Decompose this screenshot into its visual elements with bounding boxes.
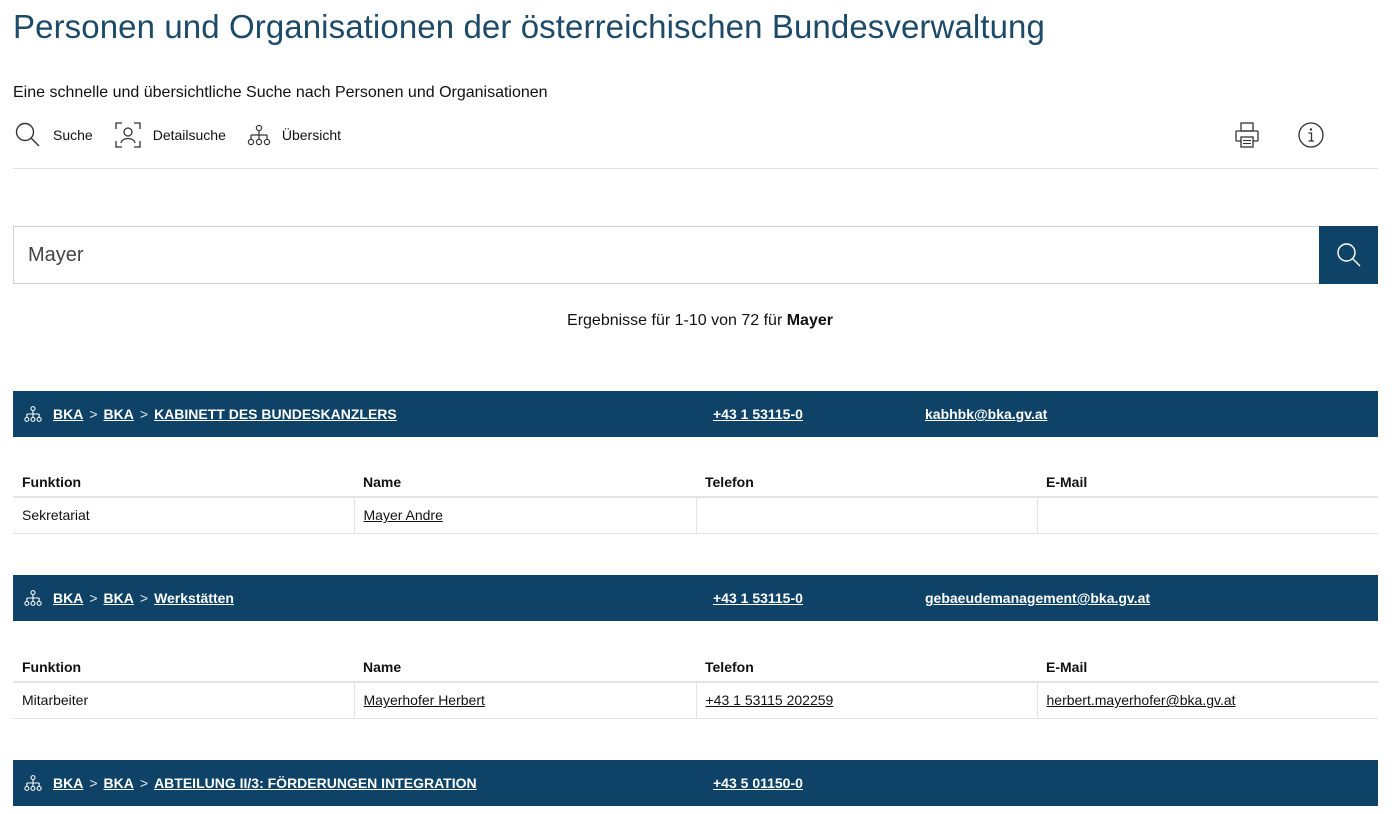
people-table: Funktion Name Telefon E-Mail Sekretariat…	[13, 467, 1378, 534]
column-header-phone: Telefon	[696, 467, 1037, 498]
detail-search-tab[interactable]: Detailsuche	[113, 120, 226, 150]
org-name-link[interactable]: ABTEILUNG II/3: FÖRDERUNGEN INTEGRATION	[154, 775, 477, 791]
breadcrumb: BKA > BKA > ABTEILUNG II/3: FÖRDERUNGEN …	[23, 760, 477, 806]
breadcrumb-link[interactable]: BKA	[53, 590, 83, 606]
org-phone-link[interactable]: +43 5 01150-0	[713, 760, 803, 806]
person-email-link[interactable]: herbert.mayerhofer@bka.gv.at	[1047, 692, 1236, 708]
org-name-link[interactable]: Werkstätten	[154, 590, 234, 606]
org-email-link[interactable]: kabhbk@bka.gv.at	[925, 391, 1047, 437]
results-summary: Ergebnisse für 1-10 von 72 für Mayer	[0, 312, 1400, 330]
column-header-name: Name	[354, 652, 696, 683]
column-header-email: E-Mail	[1037, 652, 1378, 683]
breadcrumb-link[interactable]: BKA	[53, 406, 83, 422]
column-header-phone: Telefon	[696, 652, 1037, 683]
info-button[interactable]	[1296, 120, 1326, 150]
search-icon	[1336, 243, 1360, 267]
breadcrumb-separator: >	[89, 775, 98, 791]
org-phone-link[interactable]: +43 1 53115-0	[713, 391, 803, 437]
info-icon	[1298, 122, 1324, 148]
org-phone-link[interactable]: +43 1 53115-0	[713, 575, 803, 621]
org-chart-icon	[24, 590, 42, 606]
search-submit-button[interactable]	[1319, 226, 1378, 284]
cell-name: Mayer Andre	[353, 497, 696, 534]
org-chart-icon	[24, 406, 42, 422]
table-header-row: Funktion Name Telefon E-Mail	[13, 652, 1378, 683]
page-subtitle: Eine schnelle und übersichtliche Suche n…	[13, 84, 548, 101]
breadcrumb-link[interactable]: BKA	[53, 775, 83, 791]
column-header-function: Funktion	[13, 467, 354, 498]
printer-icon	[1235, 122, 1259, 148]
org-header: BKA > BKA > KABINETT DES BUNDESKANZLERS …	[13, 391, 1378, 437]
cell-phone	[695, 497, 1037, 534]
results-search-term: Mayer	[786, 312, 833, 329]
page-title: Personen und Organisationen der österrei…	[13, 8, 1045, 45]
org-chart-icon	[24, 775, 42, 791]
org-header: BKA > BKA > ABTEILUNG II/3: FÖRDERUNGEN …	[13, 760, 1378, 806]
results-summary-text: Ergebnisse für 1-10 von 72 für	[567, 312, 783, 329]
cell-email: herbert.mayerhofer@bka.gv.at	[1036, 682, 1378, 719]
breadcrumb-link[interactable]: BKA	[104, 590, 134, 606]
person-scan-icon	[115, 122, 141, 148]
column-header-email: E-Mail	[1037, 467, 1378, 498]
print-button[interactable]	[1232, 120, 1262, 150]
cell-function: Sekretariat	[13, 497, 354, 534]
search-icon	[15, 122, 40, 147]
org-header: BKA > BKA > Werkstätten +43 1 53115-0 ge…	[13, 575, 1378, 621]
table-row: Mitarbeiter Mayerhofer Herbert +43 1 531…	[13, 682, 1378, 719]
table-row: Sekretariat Mayer Andre	[13, 497, 1378, 534]
person-name-link[interactable]: Mayer Andre	[364, 507, 443, 523]
search-bar	[13, 226, 1378, 284]
breadcrumb-separator: >	[89, 406, 98, 422]
column-header-name: Name	[354, 467, 696, 498]
header-divider	[13, 168, 1378, 169]
org-chart-icon	[247, 124, 271, 146]
search-tab[interactable]: Suche	[13, 120, 93, 150]
cell-function: Mitarbeiter	[13, 682, 354, 719]
org-email-link[interactable]: gebaeudemanagement@bka.gv.at	[925, 575, 1150, 621]
search-tab-label: Suche	[53, 127, 93, 143]
search-input[interactable]	[13, 226, 1319, 284]
org-name-link[interactable]: KABINETT DES BUNDESKANZLERS	[154, 406, 397, 422]
cell-name: Mayerhofer Herbert	[353, 682, 696, 719]
overview-tab[interactable]: Übersicht	[246, 122, 341, 148]
people-table: Funktion Name Telefon E-Mail Mitarbeiter…	[13, 652, 1378, 719]
page-actions	[1232, 120, 1326, 150]
person-phone-link[interactable]: +43 1 53115 202259	[706, 692, 834, 708]
person-name-link[interactable]: Mayerhofer Herbert	[364, 692, 485, 708]
breadcrumb-separator: >	[139, 590, 149, 606]
cell-phone: +43 1 53115 202259	[695, 682, 1037, 719]
page: Personen und Organisationen der österrei…	[0, 0, 1400, 814]
breadcrumb-separator: >	[139, 406, 149, 422]
breadcrumb-separator: >	[139, 775, 149, 791]
main-toolbar: Suche Detailsuche Übersicht	[13, 118, 361, 152]
column-header-function: Funktion	[13, 652, 354, 683]
cell-email	[1036, 497, 1378, 534]
detail-search-tab-label: Detailsuche	[152, 127, 226, 143]
breadcrumb-link[interactable]: BKA	[104, 775, 134, 791]
overview-tab-label: Übersicht	[281, 127, 341, 143]
breadcrumb-link[interactable]: BKA	[104, 406, 134, 422]
breadcrumb: BKA > BKA > KABINETT DES BUNDESKANZLERS	[23, 391, 397, 437]
table-header-row: Funktion Name Telefon E-Mail	[13, 467, 1378, 498]
breadcrumb: BKA > BKA > Werkstätten	[23, 575, 234, 621]
breadcrumb-separator: >	[89, 590, 98, 606]
